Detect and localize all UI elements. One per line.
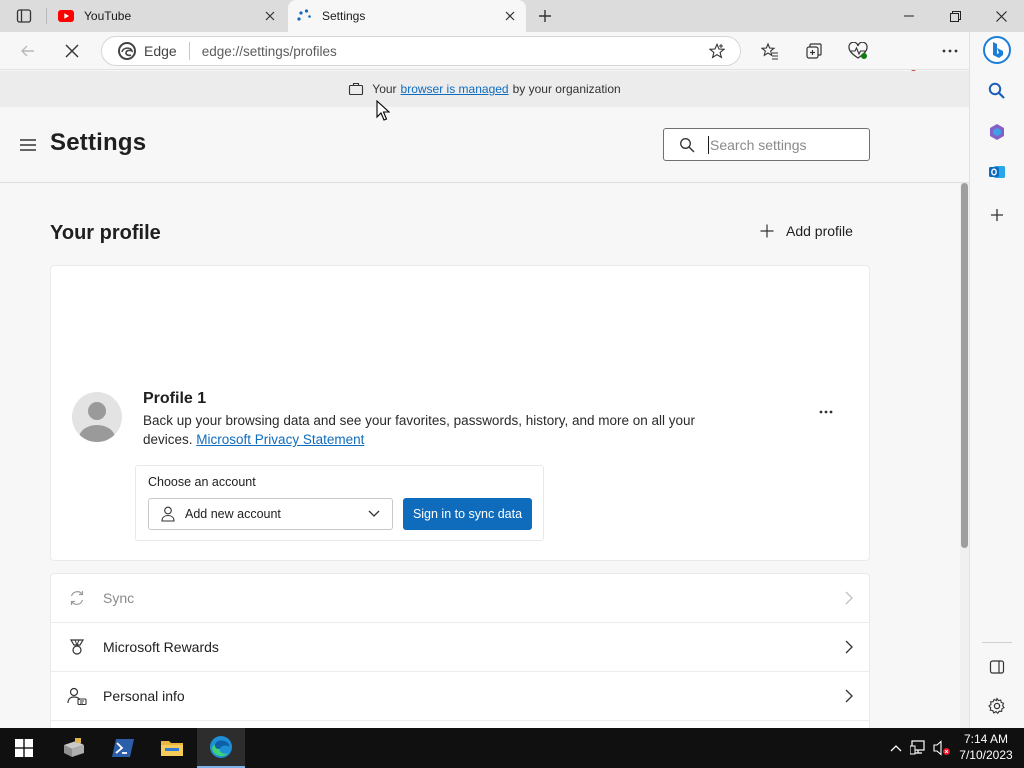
- privacy-statement-link[interactable]: Microsoft Privacy Statement: [196, 432, 364, 447]
- taskbar-clock[interactable]: 7:14 AM 7/10/2023: [952, 731, 1020, 763]
- sidebar-divider: [982, 642, 1012, 643]
- tab-settings[interactable]: Settings: [288, 0, 526, 32]
- hide-sidebar-icon[interactable]: [982, 652, 1012, 682]
- managed-prefix: Your: [372, 82, 397, 96]
- rewards-icon: [66, 636, 88, 658]
- windows-taskbar: 7:14 AM 7/10/2023: [0, 728, 1024, 768]
- sidebar-settings-icon[interactable]: [982, 691, 1012, 721]
- show-hidden-icons-chevron-icon[interactable]: [886, 738, 906, 758]
- youtube-icon: [58, 8, 74, 24]
- row-microsoft-rewards[interactable]: Microsoft Rewards: [51, 623, 869, 672]
- personal-info-icon: [66, 685, 88, 707]
- tab-title: Settings: [322, 9, 366, 23]
- browser-managed-link[interactable]: browser is managed: [401, 82, 509, 96]
- new-tab-icon[interactable]: [534, 5, 556, 27]
- search-placeholder: Search settings: [710, 136, 807, 153]
- network-icon[interactable]: [909, 738, 929, 758]
- tab-strip: YouTube Settings: [0, 0, 1024, 32]
- profile-settings-list: Sync Microsoft Rewards Personal info: [50, 573, 870, 728]
- settings-header: Settings Search settings: [0, 107, 969, 183]
- search-settings-input[interactable]: Search settings: [663, 128, 870, 161]
- vertical-scrollbar[interactable]: [960, 183, 969, 728]
- section-title: Your profile: [50, 222, 161, 244]
- edge-sidebar: [969, 32, 1024, 728]
- managed-suffix: by your organization: [512, 82, 621, 96]
- stop-loading-icon[interactable]: [57, 36, 87, 66]
- close-window-icon[interactable]: [978, 0, 1024, 32]
- page-title: Settings: [50, 129, 147, 156]
- close-tab-icon[interactable]: [500, 6, 520, 26]
- chevron-right-icon: [845, 591, 853, 605]
- row-label: Sync: [103, 590, 135, 606]
- favorite-star-icon[interactable]: [702, 36, 732, 66]
- profile-name: Profile 1: [143, 390, 207, 407]
- sync-icon: [66, 587, 88, 609]
- search-icon: [678, 136, 696, 154]
- minimize-icon[interactable]: [886, 0, 932, 32]
- clock-date: 7/10/2023: [959, 748, 1013, 762]
- plus-icon: [760, 224, 774, 238]
- profile-card: Profile 1 Back up your browsing data and…: [50, 265, 870, 561]
- server-manager-icon[interactable]: [50, 728, 98, 768]
- menu-icon[interactable]: [18, 135, 38, 155]
- briefcase-icon: [348, 82, 364, 96]
- loading-icon: [296, 8, 312, 24]
- windows-start-icon[interactable]: [0, 728, 48, 768]
- account-dropdown-value: Add new account: [185, 507, 281, 521]
- settings-content: Settings Search settings Your profile Ad…: [0, 107, 969, 728]
- outlook-icon[interactable]: [982, 157, 1012, 187]
- clock-time: 7:14 AM: [963, 732, 1009, 746]
- office-icon[interactable]: [982, 117, 1012, 147]
- add-sidebar-app-icon[interactable]: [982, 200, 1012, 230]
- row-label: Microsoft Rewards: [103, 639, 219, 655]
- powershell-icon[interactable]: [99, 728, 147, 768]
- browser-toolbar: Edge edge://settings/profiles: [0, 32, 1024, 93]
- row-personal-info[interactable]: Personal info: [51, 672, 869, 721]
- tab-title: YouTube: [84, 9, 132, 23]
- collections-icon[interactable]: [799, 36, 829, 66]
- tab-separator: [46, 8, 47, 24]
- restore-icon[interactable]: [932, 0, 978, 32]
- back-arrow-icon[interactable]: [13, 36, 43, 66]
- sign-in-sync-button[interactable]: Sign in to sync data: [403, 498, 532, 530]
- edge-logo-icon: [118, 42, 136, 60]
- site-info[interactable]: Edge: [118, 42, 177, 60]
- edge-label: Edge: [144, 43, 177, 59]
- chevron-right-icon: [845, 640, 853, 654]
- more-options-icon[interactable]: [935, 36, 965, 66]
- add-profile-button[interactable]: Add profile: [760, 223, 853, 239]
- address-bar[interactable]: Edge edge://settings/profiles: [101, 36, 741, 66]
- search-sidebar-icon[interactable]: [982, 76, 1012, 106]
- tab-actions-icon[interactable]: [8, 5, 40, 27]
- mouse-cursor-icon: [376, 100, 390, 122]
- profile-description: Back up your browsing data and see your …: [143, 411, 733, 449]
- favorites-icon[interactable]: [755, 36, 785, 66]
- tab-youtube[interactable]: YouTube: [50, 0, 286, 32]
- choose-account-box: Choose an account Add new account Sign i…: [135, 465, 544, 541]
- row-label: Personal info: [103, 688, 185, 704]
- volume-muted-icon[interactable]: [932, 738, 952, 758]
- bing-copilot-icon[interactable]: [982, 35, 1012, 65]
- close-tab-icon[interactable]: [260, 6, 280, 26]
- address-separator: [188, 42, 190, 60]
- choose-account-label: Choose an account: [148, 475, 256, 489]
- row-sync[interactable]: Sync: [51, 574, 869, 623]
- person-icon: [161, 506, 175, 522]
- chevron-right-icon: [845, 689, 853, 703]
- url-text[interactable]: edge://settings/profiles: [202, 44, 702, 59]
- managed-notice-bar: Your browser is managed by your organiza…: [0, 71, 969, 107]
- account-dropdown[interactable]: Add new account: [148, 498, 393, 530]
- add-profile-label: Add profile: [786, 223, 853, 239]
- text-caret: [708, 135, 709, 154]
- row-next-partial[interactable]: [51, 721, 869, 728]
- file-explorer-icon[interactable]: [148, 728, 196, 768]
- scrollbar-thumb[interactable]: [961, 183, 968, 548]
- chevron-down-icon: [368, 510, 380, 518]
- browser-essentials-icon[interactable]: [843, 36, 873, 66]
- profile-more-options-icon[interactable]: [811, 402, 841, 422]
- profile-avatar: [72, 392, 122, 442]
- edge-taskbar-icon[interactable]: [197, 728, 245, 768]
